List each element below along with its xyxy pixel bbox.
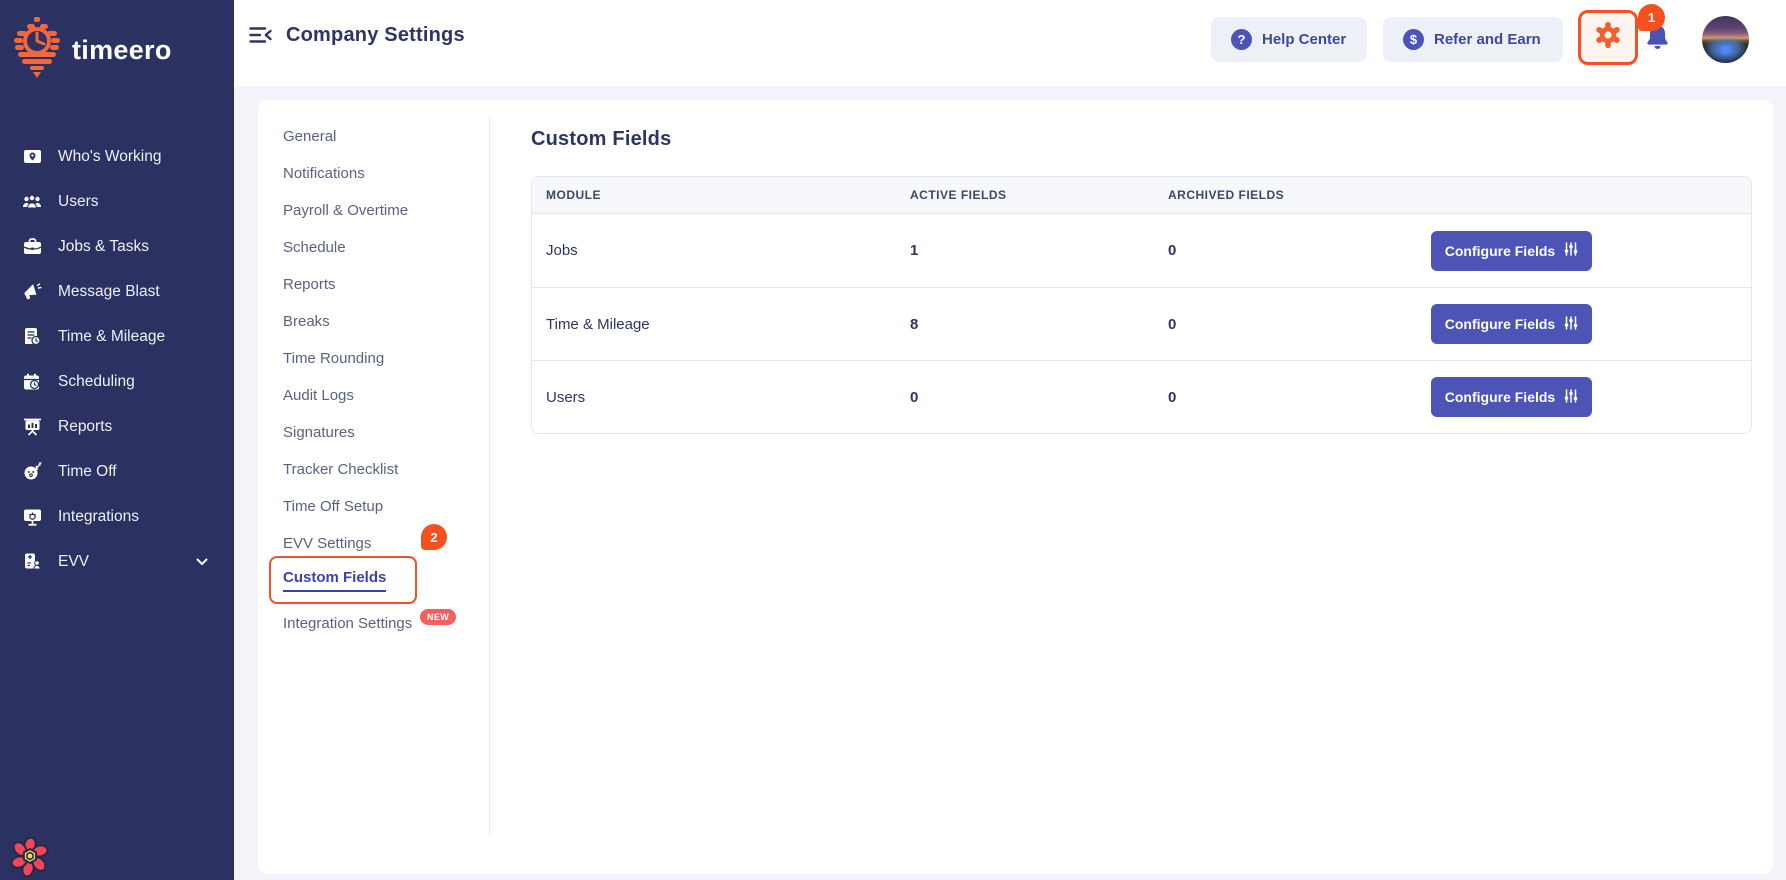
module-cell: Users: [546, 388, 586, 406]
id-badge-icon: [21, 551, 43, 573]
briefcase-icon: [21, 236, 43, 258]
settings-gear-button[interactable]: [1578, 10, 1638, 65]
sidebar-item-evv[interactable]: EVV: [0, 539, 234, 584]
settings-item-integration-settings[interactable]: Integration Settings NEW: [258, 605, 489, 642]
sidebar-item-time-mileage[interactable]: Time & Mileage: [0, 314, 234, 359]
sidebar-item-reports[interactable]: Reports: [0, 404, 234, 449]
content-heading: Custom Fields: [531, 128, 672, 150]
map-pin-icon: [21, 146, 43, 168]
sidebar-item-label: Who's Working: [58, 147, 162, 165]
evv-settings-count-badge: 2: [421, 524, 447, 550]
settings-item-time-off-setup[interactable]: Time Off Setup: [258, 488, 489, 525]
settings-card: General Notifications Payroll & Overtime…: [258, 100, 1773, 874]
module-cell: Jobs: [546, 242, 578, 259]
sliders-icon: [1564, 315, 1578, 333]
sidebar-item-label: EVV: [58, 552, 90, 570]
sliders-icon: [1564, 242, 1578, 259]
timeero-logo[interactable]: timeero: [13, 17, 172, 84]
archived-fields-cell: 0: [1168, 388, 1177, 406]
configure-fields-button-users[interactable]: Configure Fields: [1431, 377, 1592, 417]
settings-nav: General Notifications Payroll & Overtime…: [258, 118, 490, 834]
action-cell: Configure Fields: [1417, 304, 1751, 344]
active-fields-cell: 1: [910, 242, 919, 259]
sidebar-nav: Who's Working Users Jobs & Tasks Message…: [0, 134, 234, 584]
calendar-icon: [21, 371, 43, 393]
sidebar-item-label: Scheduling: [58, 372, 135, 390]
topbar: Company Settings ? Help Center $ Refer a…: [234, 0, 1786, 86]
dollar-icon: $: [1403, 29, 1424, 50]
gear-icon: [1593, 20, 1623, 55]
sidebar-item-label: Users: [58, 192, 99, 210]
table-row-time-mileage: Time & Mileage 8 0 Configure Fields: [532, 287, 1751, 360]
sidebar-item-label: Integrations: [58, 507, 139, 525]
chevron-down-icon[interactable]: [196, 558, 208, 566]
active-fields-cell: 0: [910, 388, 919, 406]
column-header-actions: [1417, 177, 1751, 213]
settings-item-schedule[interactable]: Schedule: [258, 229, 489, 266]
settings-item-time-rounding[interactable]: Time Rounding: [258, 340, 489, 377]
notification-count-badge: 1: [1638, 4, 1665, 31]
configure-fields-button-jobs[interactable]: Configure Fields: [1431, 230, 1592, 271]
settings-item-payroll-overtime[interactable]: Payroll & Overtime: [258, 192, 489, 229]
settings-item-audit-logs[interactable]: Audit Logs: [258, 377, 489, 414]
sidebar-item-label: Reports: [58, 417, 113, 435]
column-header-module: MODULE: [546, 188, 601, 202]
action-cell: Configure Fields: [1417, 230, 1751, 271]
question-icon: ?: [1231, 29, 1252, 50]
page-title: Company Settings: [286, 24, 465, 46]
custom-fields-table: MODULE ACTIVE FIELDS ARCHIVED FIELDS Job…: [531, 176, 1752, 434]
help-center-button[interactable]: ? Help Center: [1211, 17, 1367, 62]
settings-item-breaks[interactable]: Breaks: [258, 303, 489, 340]
users-icon: [21, 191, 43, 213]
archived-fields-cell: 0: [1168, 242, 1177, 259]
sidebar: timeero Who's Working Users Jobs & Tasks: [0, 0, 234, 880]
app-root: timeero Who's Working Users Jobs & Tasks: [0, 0, 1786, 880]
document-clock-icon: [21, 326, 43, 348]
custom-fields-content: Custom Fields MODULE ACTIVE FIELDS ARCHI…: [490, 100, 1773, 874]
table-row-users: Users 0 0 Configure Fields: [532, 360, 1751, 433]
sidebar-item-users[interactable]: Users: [0, 179, 234, 224]
sidebar-item-time-off[interactable]: Time Off: [0, 449, 234, 494]
settings-item-notifications[interactable]: Notifications: [258, 155, 489, 192]
timeero-logo-icon: [13, 17, 61, 84]
sidebar-item-label: Jobs & Tasks: [58, 237, 150, 255]
sidebar-item-whos-working[interactable]: Who's Working: [0, 134, 234, 179]
sidebar-item-scheduling[interactable]: Scheduling: [0, 359, 234, 404]
settings-item-reports[interactable]: Reports: [258, 266, 489, 303]
monitor-icon: [21, 506, 43, 528]
refer-and-earn-label: Refer and Earn: [1434, 31, 1541, 48]
column-header-archived-fields: ARCHIVED FIELDS: [1168, 188, 1285, 202]
archived-fields-cell: 0: [1168, 315, 1177, 333]
brand-name: timeero: [72, 35, 172, 65]
sidebar-item-jobs-tasks[interactable]: Jobs & Tasks: [0, 224, 234, 269]
flower-icon[interactable]: [10, 836, 49, 880]
table-header-row: MODULE ACTIVE FIELDS ARCHIVED FIELDS: [532, 177, 1751, 214]
bell-icon: [1644, 23, 1671, 57]
sidebar-item-label: Message Blast: [58, 282, 160, 300]
settings-item-evv-settings[interactable]: EVV Settings 2: [258, 524, 489, 562]
sidebar-item-integrations[interactable]: Integrations: [0, 494, 234, 539]
column-header-active-fields: ACTIVE FIELDS: [910, 188, 1007, 202]
sidebar-item-label: Time Off: [58, 462, 117, 480]
table-row-jobs: Jobs 1 0 Configure Fields: [532, 214, 1751, 287]
active-fields-cell: 8: [910, 315, 919, 333]
sleep-face-icon: [21, 461, 43, 483]
module-cell: Time & Mileage: [546, 315, 650, 333]
settings-item-signatures[interactable]: Signatures: [258, 414, 489, 451]
sliders-icon: [1564, 388, 1578, 406]
settings-item-custom-fields[interactable]: Custom Fields: [258, 556, 489, 604]
user-avatar[interactable]: [1702, 16, 1749, 63]
presentation-icon: [21, 416, 43, 438]
sidebar-item-message-blast[interactable]: Message Blast: [0, 269, 234, 314]
new-badge: NEW: [420, 609, 457, 625]
action-cell: Configure Fields: [1417, 377, 1751, 417]
refer-and-earn-button[interactable]: $ Refer and Earn: [1383, 17, 1563, 62]
settings-item-tracker-checklist[interactable]: Tracker Checklist: [258, 451, 489, 488]
help-center-label: Help Center: [1262, 31, 1347, 48]
sidebar-item-label: Time & Mileage: [58, 327, 166, 345]
configure-fields-button-time-mileage[interactable]: Configure Fields: [1431, 304, 1592, 344]
settings-item-general[interactable]: General: [258, 118, 489, 155]
collapse-sidebar-icon[interactable]: [249, 26, 273, 49]
megaphone-icon: [21, 281, 43, 303]
